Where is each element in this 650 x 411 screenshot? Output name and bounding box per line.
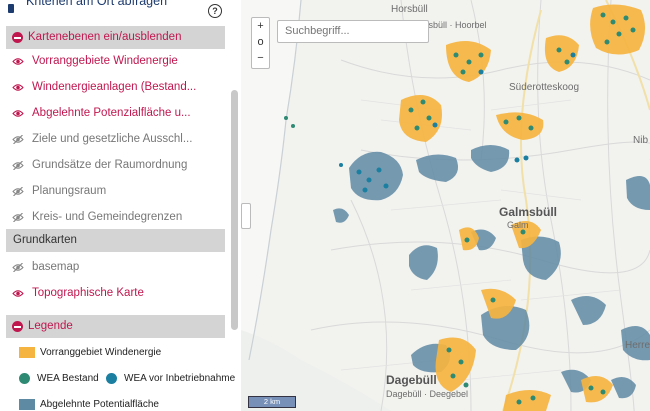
section-label: Grundkarten (13, 234, 77, 246)
layer-label: basemap (32, 261, 80, 273)
layer-panel: Kriterien am Ort abfragen ? Kartenebenen… (0, 0, 240, 411)
legend-dot-wea-bestand (19, 373, 30, 384)
help-icon[interactable]: ? (208, 4, 222, 18)
legend-vorrang: Vorranggebiet Windenergie (40, 347, 162, 358)
layer-label: Abgelehnte Potenzialfläche u... (32, 107, 191, 119)
place-herre: Herre (625, 340, 650, 351)
place-dagebull: Dagebüll (386, 373, 437, 387)
layer-label: Planungsraum (32, 185, 107, 197)
collapse-icon (12, 32, 23, 43)
section-kartenebenen[interactable]: Kartenebenen ein/ausblenden (6, 26, 225, 49)
place-horsbull: Horsbüll (391, 4, 428, 15)
layer-label: Windenergieanlagen (Bestand... (32, 81, 197, 93)
place-galmsbull: Galmsbüll (499, 205, 558, 219)
place-galmsbull-sub: Galm (507, 220, 529, 230)
panel-resize-handle[interactable] (241, 203, 251, 229)
layer-label: Vorranggebiete Windenergie (32, 55, 178, 67)
layer-label: Topographische Karte (32, 287, 144, 299)
query-header[interactable]: Kriterien am Ort abfragen ? (0, 0, 228, 22)
legend-wea-bestand: WEA Bestand (37, 373, 99, 384)
place-suderoog: Süderotteskoog (509, 82, 580, 93)
legend-dot-wea-vor (106, 373, 117, 384)
panel-scrollbar[interactable] (231, 90, 238, 330)
legend-abgelehnt: Abgelehnte Potentialfläche (40, 399, 159, 410)
place-nib: Nib (633, 135, 649, 146)
legend-swatch-abgelehnt (19, 399, 35, 410)
search-input[interactable] (283, 24, 427, 38)
zoom-in-button[interactable]: + (252, 18, 269, 34)
place-dagebull-sub: Dagebüll · Deegebel (386, 389, 469, 399)
layer-label: Kreis- und Gemeindegrenzen (32, 211, 183, 223)
search-box (277, 20, 429, 43)
map-canvas (241, 0, 650, 411)
scale-bar: 2 km (248, 396, 296, 408)
legend-swatch-vorrang (19, 347, 35, 358)
collapse-icon (12, 321, 23, 332)
section-label: Legende (28, 320, 73, 332)
section-legende[interactable]: Legende (6, 315, 225, 338)
zoom-reset-button[interactable]: o (252, 34, 269, 50)
section-grundkarten[interactable]: Grundkarten (6, 229, 225, 252)
zoom-out-button[interactable]: − (252, 50, 269, 66)
document-icon (8, 4, 14, 13)
section-label: Kartenebenen ein/ausblenden (28, 31, 182, 43)
zoom-control: + o − (251, 17, 270, 69)
layer-label: Ziele und gesetzliche Ausschl... (32, 133, 193, 145)
layer-label: Grundsätze der Raumordnung (32, 159, 188, 171)
map-view[interactable]: Horsbüll Horsbüll · Hoorbel Süderottesko… (241, 0, 650, 411)
legend-wea-vor: WEA vor Inbetriebnahme (124, 373, 236, 384)
query-title: Kriterien am Ort abfragen (26, 0, 168, 8)
